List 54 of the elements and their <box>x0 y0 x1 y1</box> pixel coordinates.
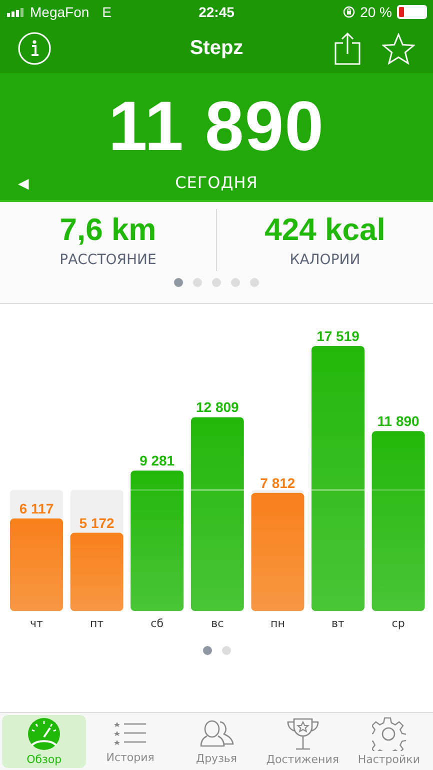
tab[interactable]: История <box>88 715 172 768</box>
signal-icon <box>7 8 25 16</box>
stat-label: РАССТОЯНИЕ <box>60 252 156 268</box>
day-label: пн <box>270 617 285 630</box>
stat-value: 424 kcal <box>264 212 386 248</box>
day-label: чт <box>30 617 43 630</box>
page-dot[interactable] <box>222 646 230 655</box>
star-icon[interactable] <box>382 32 415 64</box>
page-dot[interactable] <box>202 646 212 655</box>
bar[interactable] <box>130 470 184 611</box>
day-label: вс <box>211 617 224 630</box>
step-count: 11 890 <box>108 91 325 161</box>
previous-day-button[interactable]: ◀ <box>18 174 29 190</box>
bar-value: 11 890 <box>377 413 420 430</box>
app-title: Stepz <box>190 37 244 60</box>
bar-value: 6 117 <box>19 500 54 516</box>
bar[interactable] <box>251 492 304 611</box>
bar-value: 7 812 <box>260 474 296 491</box>
tab[interactable]: Друзья <box>174 715 259 768</box>
clock: 22:45 <box>198 4 234 20</box>
bar-value: 5 172 <box>79 514 114 531</box>
bar[interactable] <box>70 532 124 611</box>
bar[interactable] <box>372 431 425 611</box>
tab[interactable]: Обзор <box>2 715 86 768</box>
day-label: ср <box>392 617 405 630</box>
bar[interactable] <box>312 346 364 611</box>
tab[interactable]: Достижения <box>260 715 345 768</box>
carrier-name: MegaFon <box>30 4 90 20</box>
trophy-icon <box>286 717 320 751</box>
gauge-icon <box>27 717 62 751</box>
page-dot[interactable] <box>212 278 221 287</box>
day-label: сб <box>150 617 164 630</box>
bar-value: 9 281 <box>140 452 175 469</box>
page-dot[interactable] <box>231 278 240 287</box>
day-label: СЕГОДНЯ <box>175 173 258 192</box>
day-label: вт <box>332 617 344 630</box>
settings-icon <box>372 717 406 751</box>
tab[interactable]: Настройки <box>346 715 432 768</box>
page-dot[interactable] <box>193 278 202 287</box>
battery-icon <box>397 5 427 19</box>
info-icon[interactable] <box>18 32 51 65</box>
page-dot[interactable] <box>174 278 183 287</box>
bar-value: 12 809 <box>196 399 239 416</box>
stat-value: 7,6 km <box>60 212 156 248</box>
battery-percent: 20 % <box>360 4 392 20</box>
bar-value: 17 519 <box>316 328 360 344</box>
day-label: пт <box>90 617 104 630</box>
bar[interactable] <box>190 417 244 611</box>
share-icon[interactable] <box>334 32 361 65</box>
page-dot[interactable] <box>250 278 259 287</box>
network-type: E <box>102 4 112 20</box>
bar[interactable] <box>10 518 63 611</box>
stat-label: КАЛОРИИ <box>290 252 360 268</box>
rotation-lock-icon <box>343 6 356 18</box>
